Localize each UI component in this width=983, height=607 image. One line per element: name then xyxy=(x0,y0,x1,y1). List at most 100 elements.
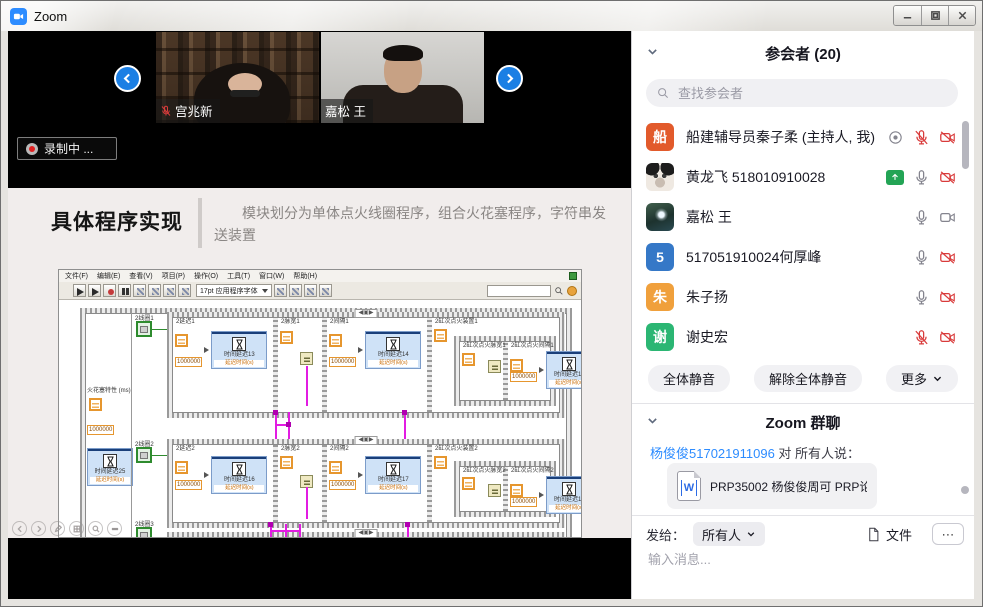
participant-video-glasses xyxy=(230,90,260,97)
camera-icon[interactable] xyxy=(939,209,956,226)
participant-row[interactable]: 谢 谢史宏 xyxy=(632,317,974,357)
time-delay-block: 时间延迟17 延迟时间(s) xyxy=(365,456,421,494)
grid-icon[interactable] xyxy=(69,521,84,536)
avatar xyxy=(646,163,674,191)
labview-corner-icon xyxy=(569,272,577,280)
mic-muted-icon[interactable] xyxy=(913,329,930,346)
resize-objects-icon xyxy=(304,284,317,297)
camera-off-icon[interactable] xyxy=(939,329,956,346)
video-participant-name: 嘉松 王 xyxy=(325,101,366,120)
participant-search[interactable] xyxy=(646,79,958,107)
mic-muted-icon[interactable] xyxy=(913,129,930,146)
participant-name: 517051910024何厚峰 xyxy=(686,247,821,267)
pen-icon[interactable] xyxy=(50,521,65,536)
more-button[interactable]: 更多 xyxy=(886,365,958,392)
window-controls xyxy=(893,5,976,26)
mic-icon[interactable] xyxy=(913,249,930,266)
chat-meta-text: 对 所有人说： xyxy=(775,446,860,461)
minimize-button[interactable] xyxy=(894,6,921,25)
sequence-row-2: ◀▣▶ 2延迟2 1000000 xyxy=(167,439,565,528)
recipient-dropdown[interactable]: 所有人 xyxy=(693,522,765,546)
recording-indicator[interactable]: 录制中 ... xyxy=(17,137,117,160)
chat-file-attachment[interactable]: W PRP35002 杨俊俊周可 PRP论... xyxy=(667,463,877,509)
camera-off-icon[interactable] xyxy=(939,129,956,146)
participant-row[interactable]: 黄龙飞 518010910028 xyxy=(632,157,974,197)
pause-icon xyxy=(118,284,131,297)
while-loop-icon xyxy=(136,527,152,537)
avatar: 船 xyxy=(646,123,674,151)
video-name-tag: 嘉松 王 xyxy=(321,99,373,123)
chat-scrollbar[interactable] xyxy=(961,486,969,494)
file-button[interactable]: 文件 xyxy=(860,524,918,545)
menu-help: 帮助(H) xyxy=(293,271,317,281)
reorder-icon xyxy=(319,284,332,297)
prev-videos-button[interactable] xyxy=(114,65,141,92)
menu-tools: 工具(T) xyxy=(227,271,250,281)
participant-row[interactable]: 船 船建辅导员秦子柔 (主持人, 我) xyxy=(632,117,974,157)
is-recording-icon xyxy=(887,129,904,146)
meeting-main-area: 宫兆新 嘉松 王 录制中 ... xyxy=(8,31,631,599)
prev-slide-icon[interactable] xyxy=(12,521,27,536)
panel-divider xyxy=(632,515,974,516)
zoom-window: Zoom 宫兆新 xyxy=(0,0,983,607)
retain-wire-values-icon xyxy=(148,284,161,297)
camera-off-icon[interactable] xyxy=(939,249,956,266)
menu-file: 文件(F) xyxy=(65,271,88,281)
menu-window: 窗口(W) xyxy=(259,271,284,281)
mic-muted-icon xyxy=(160,105,172,117)
video-tile-2[interactable]: 嘉松 王 xyxy=(321,32,484,123)
search-input[interactable] xyxy=(676,85,948,102)
maximize-button[interactable] xyxy=(921,6,948,25)
next-videos-button[interactable] xyxy=(496,65,523,92)
mic-icon[interactable] xyxy=(913,209,930,226)
participant-row[interactable]: 朱 朱子扬 xyxy=(632,277,974,317)
font-selector: 17pt 应用程序字体 xyxy=(196,284,272,297)
labview-menu-bar: 文件(F) 编辑(E) 查看(V) 项目(P) 操作(O) 工具(T) 窗口(W… xyxy=(59,270,581,282)
participant-row[interactable]: 5 517051910024何厚峰 xyxy=(632,237,974,277)
time-delay-block: 时间延迟16 延迟时间(s) xyxy=(211,456,267,494)
distribute-objects-icon xyxy=(289,284,302,297)
zoom-glass-icon[interactable] xyxy=(88,521,103,536)
while-loop-icon xyxy=(136,321,152,337)
next-slide-icon[interactable] xyxy=(31,521,46,536)
spark-plug-column: 火花塞特性 (ms) 1000000 时间延迟25 延迟时间(s) xyxy=(87,388,131,486)
unmute-all-button[interactable]: 解除全体静音 xyxy=(754,365,862,392)
highlight-execution-icon xyxy=(133,284,146,297)
participants-header: 参会者 (20) xyxy=(632,43,974,64)
participants-scrollbar[interactable] xyxy=(962,121,969,169)
run-continuous-icon xyxy=(88,284,101,297)
chat-sender-link[interactable]: 杨俊俊517021911096 xyxy=(650,446,775,461)
numeric-constant-icon xyxy=(89,398,102,411)
video-strip: 宫兆新 嘉松 王 录制中 ... xyxy=(8,31,631,188)
numeric-constant-icon xyxy=(434,456,447,469)
close-button[interactable] xyxy=(948,6,975,25)
video-tile-1[interactable]: 宫兆新 xyxy=(156,32,319,123)
slide-title: 具体程序实现 xyxy=(51,206,183,236)
chat-header: Zoom 群聊 xyxy=(632,412,974,433)
numeric-constant-icon xyxy=(280,456,293,469)
camera-off-icon[interactable] xyxy=(939,169,956,186)
chat-more-button[interactable]: ⋯ xyxy=(932,523,964,545)
labview-search xyxy=(487,285,577,297)
camera-off-icon[interactable] xyxy=(939,289,956,306)
more-controls-icon[interactable] xyxy=(107,521,122,536)
chevron-down-icon xyxy=(932,373,943,384)
file-name: PRP35002 杨俊俊周可 PRP论... xyxy=(710,478,867,495)
side-panel: 参会者 (20) 船 船建辅导员秦子柔 (主持人, 我) xyxy=(631,31,974,599)
menu-view: 查看(V) xyxy=(129,271,152,281)
mute-all-button[interactable]: 全体静音 xyxy=(648,365,730,392)
participant-row[interactable]: 嘉松 王 xyxy=(632,197,974,237)
chat-send-row: 发给： 所有人 文件 ⋯ xyxy=(646,521,964,547)
output-node-icon xyxy=(300,352,313,365)
time-delay-block: 时间延迟25 延迟时间(s) xyxy=(87,448,133,486)
abort-icon xyxy=(103,284,116,297)
record-dot-icon xyxy=(26,143,38,155)
inner-sequence-frame: 2缸次点火脉宽2 2缸次点火间隔2 xyxy=(454,461,556,517)
help-icon xyxy=(567,286,577,296)
step-into-icon xyxy=(163,284,176,297)
mic-icon[interactable] xyxy=(913,169,930,186)
mic-icon[interactable] xyxy=(913,289,930,306)
message-input[interactable] xyxy=(646,551,960,568)
slide-title-divider xyxy=(198,198,202,248)
participant-name: 黄龙飞 518010910028 xyxy=(686,167,825,187)
